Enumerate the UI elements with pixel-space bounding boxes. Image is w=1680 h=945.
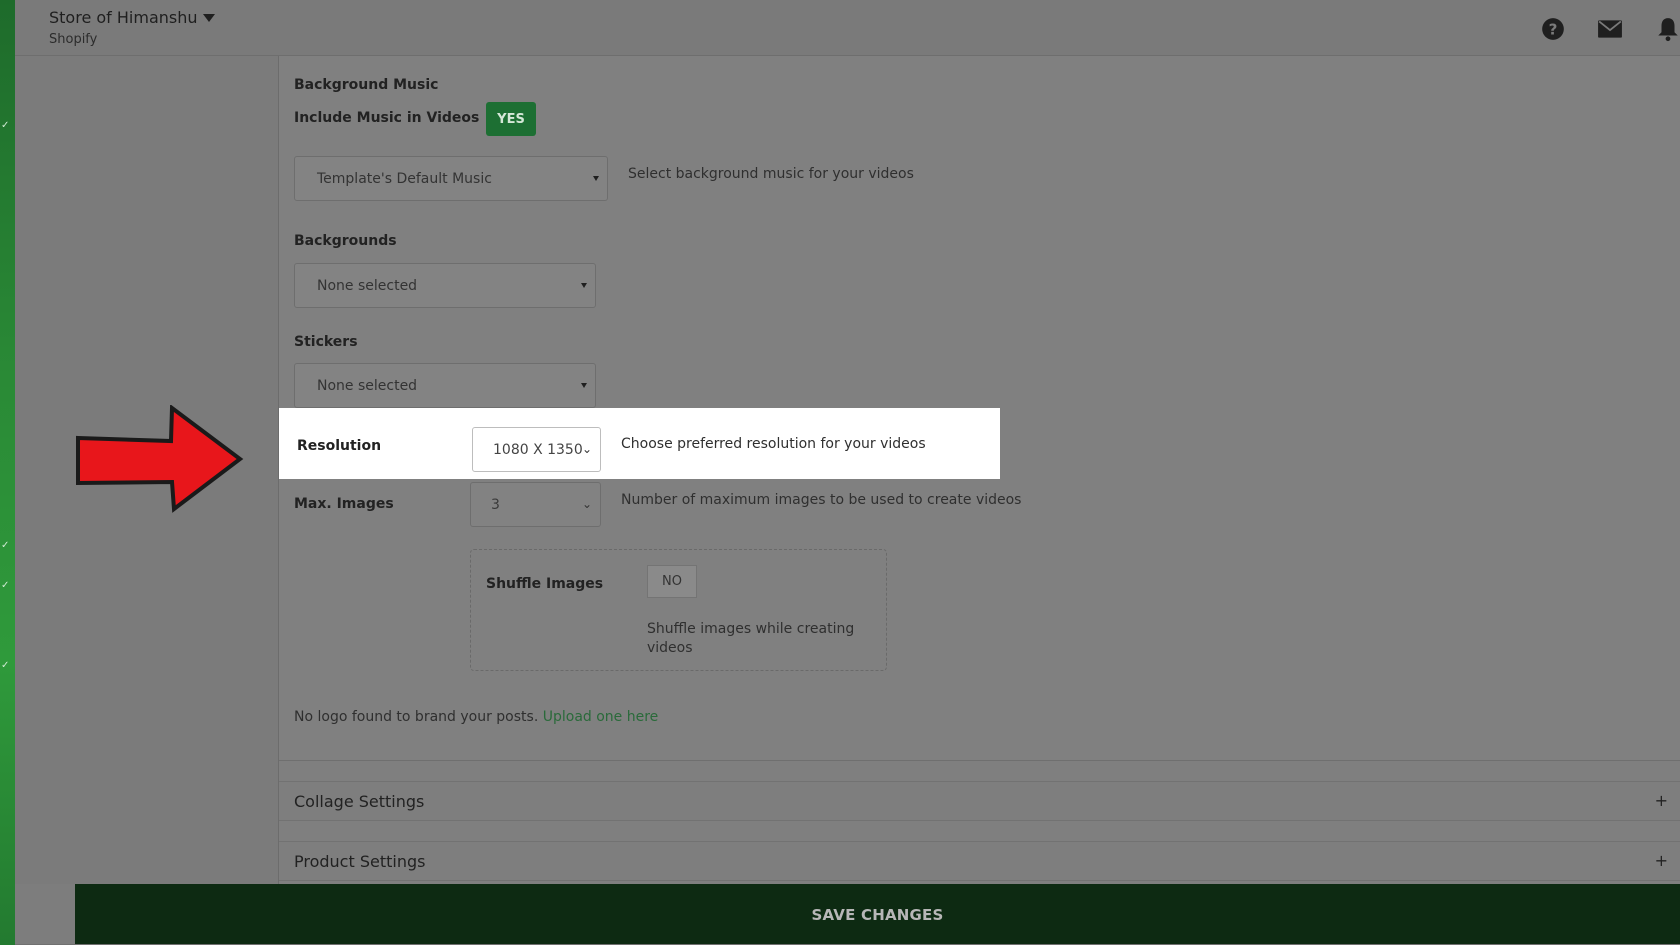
caret-down-icon — [581, 283, 587, 288]
shuffle-images-toggle[interactable]: NO — [647, 565, 697, 598]
resolution-label: Resolution — [297, 438, 382, 454]
check-icon: ✓ — [1, 540, 10, 551]
music-select[interactable]: Template's Default Music — [294, 156, 608, 201]
music-help-text: Select background music for your videos — [628, 166, 914, 182]
svg-text:?: ? — [1549, 20, 1558, 38]
store-name[interactable]: Store of Himanshu — [49, 8, 198, 27]
product-settings-title: Product Settings — [294, 852, 426, 871]
product-settings-header[interactable]: Product Settings + — [279, 841, 1680, 881]
expand-plus-icon[interactable]: + — [1655, 791, 1668, 810]
resolution-select-value: 1080 X 1350 — [493, 441, 583, 458]
check-icon: ✓ — [1, 660, 10, 671]
save-changes-button[interactable]: SAVE CHANGES — [75, 884, 1680, 945]
red-arrow-pointer-icon — [76, 405, 244, 513]
resolution-help-text: Choose preferred resolution for your vid… — [621, 436, 926, 452]
include-music-label: Include Music in Videos — [294, 110, 480, 126]
background-music-heading: Background Music — [294, 77, 439, 93]
shuffle-images-box: Shuffle Images NO Shuffle images while c… — [470, 549, 887, 671]
stickers-select[interactable]: None selected — [294, 363, 596, 408]
shuffle-help-text: Shuffle images while creating videos — [647, 621, 855, 656]
resolution-select[interactable]: 1080 X 1350 ⌄ — [472, 427, 601, 472]
backgrounds-select[interactable]: None selected — [294, 263, 596, 308]
backgrounds-label: Backgrounds — [294, 233, 397, 249]
stickers-label: Stickers — [294, 334, 358, 350]
save-changes-label: SAVE CHANGES — [811, 905, 944, 924]
store-platform: Shopify — [49, 32, 98, 47]
bell-icon[interactable] — [1655, 16, 1680, 42]
caret-down-icon — [593, 176, 599, 181]
app-sidebar-rail: ✓ ✓ ✓ ✓ — [0, 0, 15, 945]
backgrounds-select-value: None selected — [317, 277, 418, 294]
caret-down-icon — [581, 383, 587, 388]
upload-logo-link[interactable]: Upload one here — [543, 709, 659, 725]
max-images-select[interactable]: 3 ⌄ — [470, 482, 601, 527]
max-images-label: Max. Images — [294, 496, 394, 512]
music-select-value: Template's Default Music — [317, 170, 492, 187]
include-music-toggle[interactable]: YES — [486, 102, 536, 136]
video-settings-card: Background Music Include Music in Videos… — [279, 56, 1680, 761]
store-dropdown-caret-icon[interactable] — [203, 14, 215, 22]
logo-notice-text: No logo found to brand your posts. — [294, 709, 539, 725]
check-icon: ✓ — [1, 580, 10, 591]
check-icon: ✓ — [1, 120, 10, 131]
stickers-select-value: None selected — [317, 377, 418, 394]
shuffle-images-label: Shuffle Images — [486, 576, 604, 592]
resolution-highlight: Resolution 1080 X 1350 ⌄ Choose preferre… — [279, 408, 1000, 479]
top-bar: Store of Himanshu Shopify ? — [15, 0, 1680, 56]
logo-notice: No logo found to brand your posts. Uploa… — [294, 709, 658, 725]
mail-icon[interactable] — [1597, 16, 1623, 42]
settings-main: Background Music Include Music in Videos… — [279, 56, 1680, 884]
collage-settings-header[interactable]: Collage Settings + — [279, 781, 1680, 821]
expand-plus-icon[interactable]: + — [1655, 851, 1668, 870]
max-images-help-text: Number of maximum images to be used to c… — [621, 492, 1022, 508]
chevron-down-icon: ⌄ — [581, 497, 592, 511]
chevron-down-icon: ⌄ — [581, 442, 592, 456]
max-images-select-value: 3 — [491, 496, 500, 513]
help-circle-icon[interactable]: ? — [1540, 16, 1566, 42]
collage-settings-title: Collage Settings — [294, 792, 425, 811]
